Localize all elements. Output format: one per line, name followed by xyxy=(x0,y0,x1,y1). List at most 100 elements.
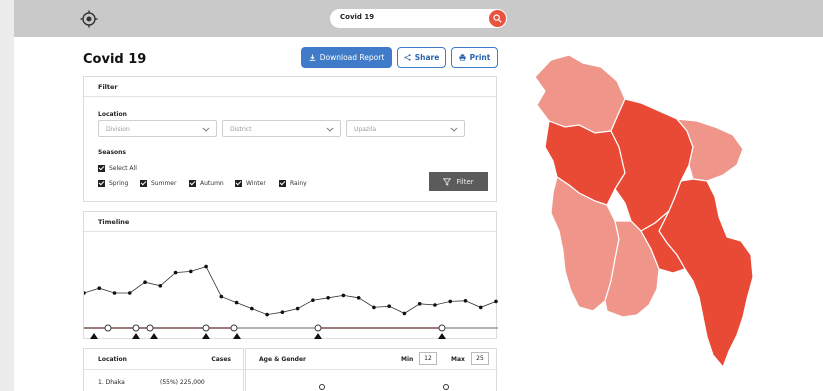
location-row-name: 1. Dhaka xyxy=(98,379,125,386)
timeline-point xyxy=(84,291,86,295)
timeline-marker[interactable] xyxy=(314,333,322,339)
divider xyxy=(84,369,245,370)
app-frame: Covid 19 Covid 19 Download Report Share … xyxy=(14,0,823,391)
timeline-line xyxy=(84,266,497,316)
print-button[interactable]: Print xyxy=(451,47,498,68)
chevron-down-icon xyxy=(450,127,458,132)
funnel-icon xyxy=(443,177,452,186)
location-row-cases: (55%) 225,000 xyxy=(160,379,205,386)
checkbox-checked[interactable] xyxy=(279,180,286,187)
location-label: Location xyxy=(98,111,127,118)
division-select[interactable]: Division xyxy=(98,120,217,137)
share-label: Share xyxy=(414,53,440,62)
timeline-point xyxy=(433,303,437,307)
timeline-marker[interactable] xyxy=(150,333,158,339)
chevron-down-icon xyxy=(326,127,334,132)
timeline-handle[interactable] xyxy=(230,324,238,332)
search-input[interactable]: Covid 19 xyxy=(330,9,507,28)
district-select[interactable]: District xyxy=(222,120,341,137)
timeline-point xyxy=(265,312,269,317)
checkbox-checked[interactable] xyxy=(98,180,105,187)
download-report-button[interactable]: Download Report xyxy=(301,47,392,68)
checkbox-checked[interactable] xyxy=(140,180,147,187)
filter-button-label: Filter xyxy=(456,177,474,186)
print-label: Print xyxy=(469,53,491,62)
timeline-point xyxy=(387,304,391,308)
timeline-handle[interactable] xyxy=(132,324,140,332)
timeline-point xyxy=(127,291,132,295)
timeline-marker[interactable] xyxy=(233,333,241,339)
bangladesh-division-map xyxy=(534,55,754,369)
chevron-down-icon xyxy=(202,127,210,132)
filter-button[interactable]: Filter xyxy=(429,172,488,191)
search-button[interactable] xyxy=(489,10,506,27)
age-gender-title: Age & Gender xyxy=(259,356,307,363)
timeline-marker[interactable] xyxy=(202,333,210,339)
checkbox-checked[interactable] xyxy=(189,180,196,187)
season-checkbox-winter[interactable]: Winter xyxy=(235,180,266,187)
timeline-point xyxy=(143,280,147,284)
season-label: Winter xyxy=(246,180,266,187)
upazila-select[interactable]: Upazila xyxy=(346,120,465,137)
age-gender-panel: Age & Gender Min 12 Max 25 xyxy=(245,348,498,391)
timeline-point xyxy=(112,291,117,295)
select-all-checkbox[interactable]: Select All xyxy=(98,165,137,172)
timeline-point xyxy=(463,299,468,303)
timeline-point xyxy=(417,302,422,306)
location-column-header: Location xyxy=(98,356,127,363)
checkbox-checked[interactable] xyxy=(98,165,105,172)
printer-icon xyxy=(459,54,466,61)
district-placeholder: District xyxy=(230,126,252,133)
divider xyxy=(246,369,498,370)
timeline-point xyxy=(219,294,224,299)
timeline-point xyxy=(326,296,330,300)
timeline-heading: Timeline xyxy=(84,212,496,232)
share-icon xyxy=(404,54,411,61)
season-checkbox-rainy[interactable]: Rainy xyxy=(279,180,307,187)
max-age-input[interactable]: 25 xyxy=(471,352,489,365)
timeline-point xyxy=(204,264,208,269)
timeline-point xyxy=(295,306,300,311)
cases-column-header: Cases xyxy=(211,356,231,363)
timeline-marker[interactable] xyxy=(438,333,446,339)
download-report-label: Download Report xyxy=(319,53,385,62)
filter-panel: Filter Location Division District Upazil… xyxy=(83,76,497,202)
timeline-handle[interactable] xyxy=(202,324,210,332)
timeline-point xyxy=(478,305,483,310)
season-label: Autumn xyxy=(200,180,224,187)
timeline-point xyxy=(158,284,163,288)
timeline-handle[interactable] xyxy=(438,324,446,332)
search-value[interactable]: Covid 19 xyxy=(340,13,374,21)
chart-marker xyxy=(443,384,449,390)
timeline-marker[interactable] xyxy=(132,333,140,339)
timeline-point xyxy=(402,311,407,316)
min-age-input[interactable]: 12 xyxy=(419,352,437,365)
timeline-handle[interactable] xyxy=(104,324,112,332)
crosshair-logo-icon[interactable] xyxy=(80,10,98,28)
timeline-point xyxy=(280,310,285,314)
filter-heading: Filter xyxy=(84,77,496,97)
timeline-point xyxy=(97,286,102,290)
checkbox-checked[interactable] xyxy=(235,180,242,187)
season-checkbox-autumn[interactable]: Autumn xyxy=(189,180,224,187)
season-label: Spring xyxy=(109,180,129,187)
share-button[interactable]: Share xyxy=(397,47,446,68)
timeline-handle[interactable] xyxy=(146,324,154,332)
location-cases-panel: Location Cases 1. Dhaka (55%) 225,000 xyxy=(83,348,245,391)
timeline-point xyxy=(250,306,254,311)
upazila-placeholder: Upazila xyxy=(354,126,377,133)
timeline-point xyxy=(341,293,346,298)
season-checkbox-spring[interactable]: Spring xyxy=(98,180,128,187)
max-label: Max xyxy=(451,356,465,363)
timeline-point xyxy=(173,270,178,275)
timeline-handle[interactable] xyxy=(314,324,322,332)
chart-marker xyxy=(319,384,325,390)
season-checkbox-summer[interactable]: Summer xyxy=(140,180,176,187)
timeline-point xyxy=(234,300,239,305)
timeline-marker[interactable] xyxy=(90,333,98,339)
timeline-point xyxy=(311,298,315,302)
timeline-point xyxy=(494,299,498,304)
min-label: Min xyxy=(401,356,414,363)
season-label: Summer xyxy=(151,180,177,187)
season-label: Rainy xyxy=(290,180,307,187)
